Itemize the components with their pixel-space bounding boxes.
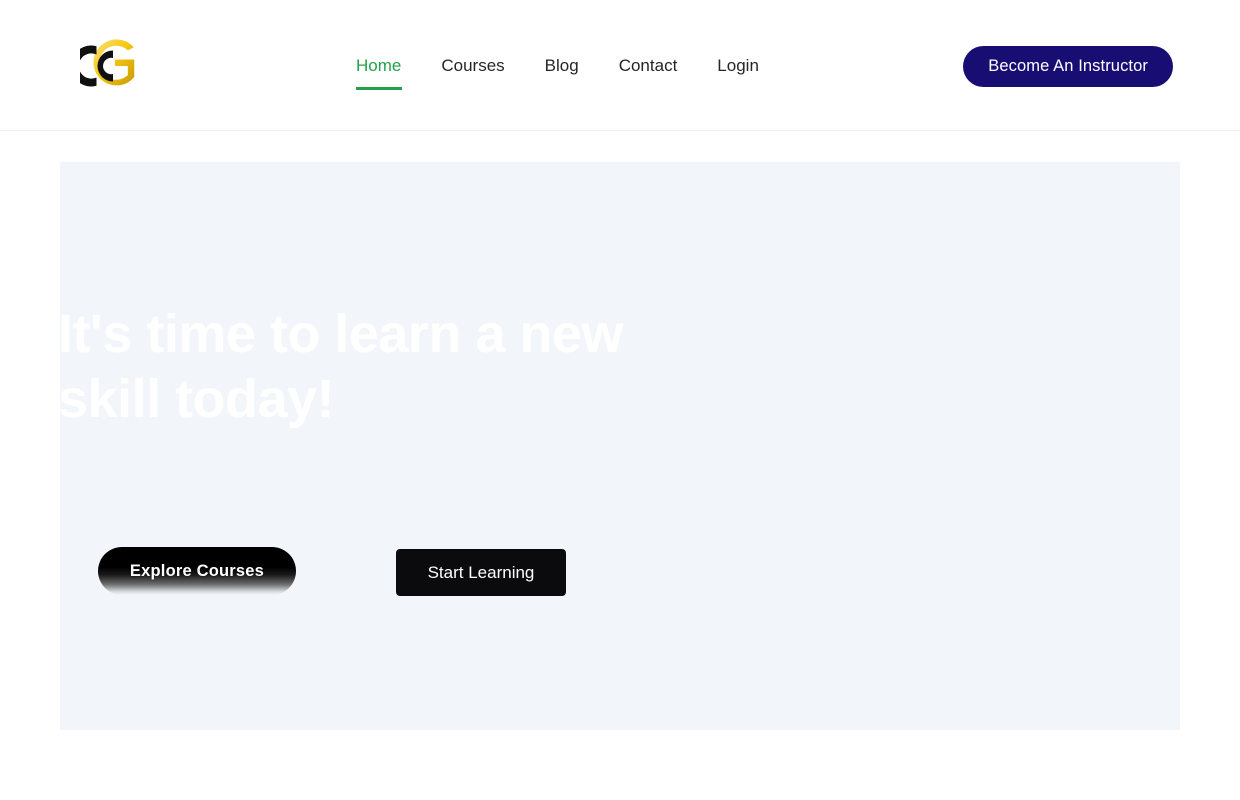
become-an-instructor-button[interactable]: Become An Instructor bbox=[963, 46, 1173, 87]
brand-logo[interactable] bbox=[80, 38, 150, 92]
nav-item-courses-label: Courses bbox=[441, 56, 505, 75]
start-learning-button[interactable]: Start Learning bbox=[396, 549, 566, 596]
nav-item-blog-label: Blog bbox=[544, 56, 579, 75]
main-navigation: Home Courses Blog Contact Login bbox=[356, 52, 759, 90]
hero-heading: It's time to learn a new skill today! bbox=[60, 304, 624, 429]
nav-item-login-label: Login bbox=[717, 56, 759, 75]
nav-item-login[interactable]: Login bbox=[717, 52, 759, 80]
cg-monogram-logo bbox=[80, 39, 135, 87]
nav-item-contact[interactable]: Contact bbox=[619, 52, 678, 80]
nav-item-home[interactable]: Home bbox=[356, 52, 402, 90]
nav-item-contact-label: Contact bbox=[618, 56, 678, 75]
nav-item-courses[interactable]: Courses bbox=[441, 52, 504, 80]
hero-section: It's time to learn a new skill today! Ex… bbox=[60, 162, 1180, 730]
page-root: Home Courses Blog Contact Login Become A… bbox=[0, 0, 1240, 800]
site-header: Home Courses Blog Contact Login Become A… bbox=[0, 0, 1240, 131]
hero-action-buttons: Explore Courses Start Learning bbox=[98, 547, 1098, 617]
nav-active-underline bbox=[356, 87, 402, 90]
nav-item-home-label: Home bbox=[356, 56, 402, 75]
explore-courses-button[interactable]: Explore Courses bbox=[98, 547, 296, 595]
nav-item-blog[interactable]: Blog bbox=[545, 52, 579, 80]
